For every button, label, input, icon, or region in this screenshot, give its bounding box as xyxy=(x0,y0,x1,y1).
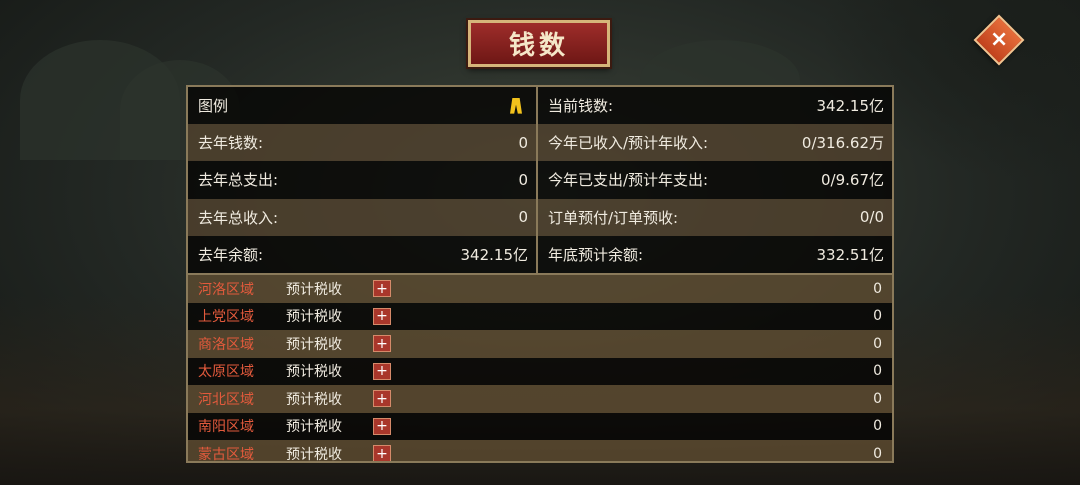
summary-row: 去年总支出: 0 xyxy=(188,161,536,199)
region-name: 商洛区域 xyxy=(198,336,254,353)
summary-value: 0 xyxy=(518,170,528,189)
summary-value: 342.15亿 xyxy=(460,245,529,264)
region-row: 南阳区域 预计税收 + 0 xyxy=(188,412,892,440)
summary-right-column: 当前钱数: 342.15亿 今年已收入/预计年收入: 0/316.62万 今年已… xyxy=(538,87,892,273)
region-row: 商洛区域 预计税收 + 0 xyxy=(188,330,892,358)
close-button[interactable]: × xyxy=(973,14,1025,66)
summary-row: 去年余额: 342.15亿 xyxy=(188,235,536,273)
region-name: 蒙古区域 xyxy=(198,446,254,463)
region-row: 河北区域 预计税收 + 0 xyxy=(188,385,892,413)
region-name: 上党区域 xyxy=(198,309,254,326)
summary-row: 去年总收入: 0 xyxy=(188,198,536,236)
region-row: 蒙古区域 预计税收 + 0 xyxy=(188,440,892,463)
region-row: 上党区域 预计税收 + 0 xyxy=(188,302,892,330)
expand-button[interactable]: + xyxy=(373,335,391,352)
summary-label: 去年总收入: xyxy=(198,208,279,227)
summary-value: 0/9.67亿 xyxy=(821,171,884,190)
close-icon: × xyxy=(989,27,1009,52)
page-title: 钱数 xyxy=(508,31,569,61)
region-tax-label: 预计税收 xyxy=(286,336,342,353)
region-row: 河洛区域 预计税收 + 0 xyxy=(188,275,892,303)
money-panel: 图例 去年钱数: 0 去年总支出: 0 去年总收入: 0 去年余额: 342.1… xyxy=(186,85,894,463)
region-tax-value: 0 xyxy=(873,390,882,407)
expand-button[interactable]: + xyxy=(373,362,391,380)
region-row: 太原区域 预计税收 + 0 xyxy=(188,357,892,385)
region-tax-value: 0 xyxy=(873,363,882,380)
summary-value: 0 xyxy=(518,133,528,152)
region-tax-label: 预计税收 xyxy=(286,309,342,326)
region-tax-value: 0 xyxy=(873,308,882,325)
summary-label: 图例 xyxy=(198,97,229,116)
summary-label: 去年余额: xyxy=(198,245,264,264)
region-name: 河北区域 xyxy=(198,391,254,408)
summary-row: 今年已支出/预计年支出: 0/9.67亿 xyxy=(538,161,892,199)
summary-row: 订单预付/订单预收: 0/0 xyxy=(538,198,892,236)
summary-row: 去年钱数: 0 xyxy=(188,124,536,162)
expand-button[interactable]: + xyxy=(373,390,391,407)
summary-table: 图例 去年钱数: 0 去年总支出: 0 去年总收入: 0 去年余额: 342.1… xyxy=(188,87,892,275)
summary-label: 去年总支出: xyxy=(198,171,279,190)
legend-icon[interactable] xyxy=(506,95,528,117)
region-tax-value: 0 xyxy=(873,335,882,352)
expand-button[interactable]: + xyxy=(373,280,391,297)
summary-value: 342.15亿 xyxy=(816,97,885,116)
summary-left-column: 图例 去年钱数: 0 去年总支出: 0 去年总收入: 0 去年余额: 342.1… xyxy=(188,87,538,273)
region-tax-value: 0 xyxy=(873,418,882,435)
region-tax-list[interactable]: 河洛区域 预计税收 + 0 上党区域 预计税收 + 0 商洛区域 预计税收 + … xyxy=(188,275,892,463)
summary-label: 订单预付/订单预收: xyxy=(548,208,679,227)
summary-row: 年底预计余额: 332.51亿 xyxy=(538,235,892,273)
expand-button[interactable]: + xyxy=(373,445,391,461)
summary-row: 当前钱数: 342.15亿 xyxy=(538,87,892,125)
summary-value: 0/0 xyxy=(859,208,884,227)
region-name: 太原区域 xyxy=(198,364,254,381)
summary-label: 今年已收入/预计年收入: xyxy=(548,134,709,153)
region-tax-label: 预计税收 xyxy=(286,281,342,298)
legend-row[interactable]: 图例 xyxy=(188,87,536,125)
summary-value: 332.51亿 xyxy=(816,245,885,264)
region-name: 南阳区域 xyxy=(198,419,254,436)
region-tax-value: 0 xyxy=(873,445,882,462)
region-tax-label: 预计税收 xyxy=(286,364,342,381)
region-tax-label: 预计税收 xyxy=(286,391,342,408)
region-name: 河洛区域 xyxy=(198,281,254,298)
region-tax-label: 预计税收 xyxy=(286,446,342,463)
summary-label: 当前钱数: xyxy=(548,97,614,116)
expand-button[interactable]: + xyxy=(373,307,391,325)
expand-button[interactable]: + xyxy=(373,417,391,435)
summary-label: 今年已支出/预计年支出: xyxy=(548,171,709,190)
summary-label: 去年钱数: xyxy=(198,134,264,153)
region-tax-label: 预计税收 xyxy=(286,419,342,436)
summary-row: 今年已收入/预计年收入: 0/316.62万 xyxy=(538,124,892,162)
region-tax-value: 0 xyxy=(873,280,882,297)
summary-value: 0/316.62万 xyxy=(801,134,884,153)
summary-label: 年底预计余额: xyxy=(548,245,644,264)
title-plaque: 钱数 xyxy=(468,20,610,67)
summary-value: 0 xyxy=(518,208,528,227)
